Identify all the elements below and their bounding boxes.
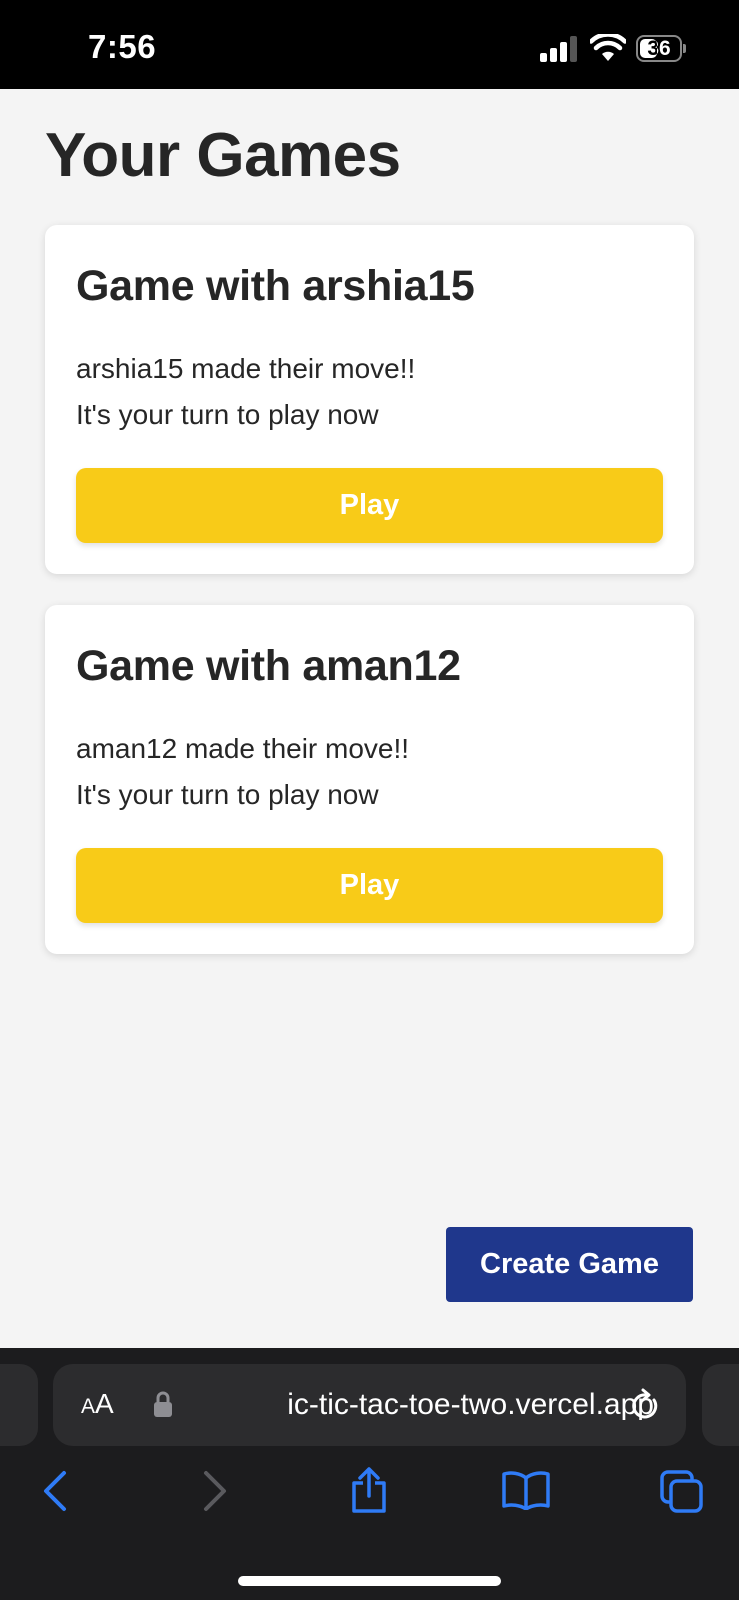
address-bar[interactable]: AA ic-tic-tac-toe-two.vercel.app: [53, 1364, 686, 1446]
battery-icon: 36: [636, 35, 686, 62]
reload-icon[interactable]: [629, 1388, 661, 1422]
game-turn-message: It's your turn to play now: [76, 399, 379, 430]
play-button[interactable]: Play: [76, 848, 663, 923]
tabs-icon[interactable]: [660, 1470, 704, 1514]
next-tab-preview[interactable]: [702, 1364, 739, 1446]
game-card: Game with aman12 aman12 made their move!…: [45, 605, 694, 954]
aa-small-label: A: [81, 1395, 96, 1418]
aa-large-label: A: [95, 1388, 114, 1419]
home-indicator[interactable]: [238, 1576, 501, 1586]
status-bar: 7:56 36: [0, 0, 739, 89]
back-icon[interactable]: [42, 1470, 68, 1512]
share-icon[interactable]: [349, 1466, 389, 1514]
previous-tab-preview[interactable]: [0, 1364, 38, 1446]
forward-icon[interactable]: [202, 1470, 228, 1512]
game-turn-message: It's your turn to play now: [76, 779, 379, 810]
game-card: Game with arshia15 arshia15 made their m…: [45, 225, 694, 574]
url-text[interactable]: ic-tic-tac-toe-two.vercel.app: [184, 1388, 654, 1424]
page-title: Your Games: [45, 121, 401, 190]
battery-level: 36: [647, 37, 671, 60]
lock-icon: [154, 1391, 172, 1417]
game-card-title: Game with arshia15: [76, 262, 475, 310]
game-card-title: Game with aman12: [76, 642, 461, 690]
bookmarks-icon[interactable]: [502, 1470, 550, 1510]
game-status-message: arshia15 made their move!!: [76, 353, 416, 384]
status-time: 7:56: [88, 28, 157, 65]
url-value: ic-tic-tac-toe-two.vercel.app: [287, 1388, 654, 1421]
game-status-message: aman12 made their move!!: [76, 733, 410, 764]
reader-options-button[interactable]: AA: [81, 1388, 114, 1420]
signal-icon: [540, 36, 578, 62]
create-game-button[interactable]: Create Game: [446, 1227, 693, 1302]
wifi-icon: [590, 34, 626, 61]
play-button[interactable]: Play: [76, 468, 663, 543]
